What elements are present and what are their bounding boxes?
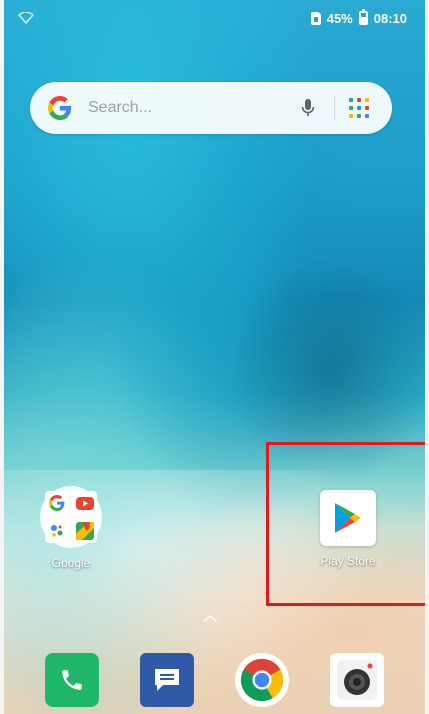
google-folder[interactable]: Google <box>26 486 116 570</box>
play-store-label: Play Store <box>320 554 376 568</box>
maps-mini-icon <box>73 519 97 543</box>
youtube-mini-icon <box>73 491 97 515</box>
mic-icon[interactable] <box>297 94 320 122</box>
chrome-icon[interactable] <box>235 653 290 707</box>
search-divider <box>333 96 335 120</box>
status-bar: 45% 08:10 <box>4 0 425 36</box>
google-folder-label: Google <box>51 556 91 570</box>
phone-icon[interactable] <box>44 653 99 707</box>
phone-screen: 45% 08:10 Search... Google Play Store <box>0 0 429 714</box>
dock <box>4 650 425 710</box>
assistant-mini-icon <box>45 519 69 543</box>
battery-percentage: 45% <box>326 10 353 26</box>
battery-icon <box>358 9 368 25</box>
google-search-bar[interactable] <box>30 82 392 134</box>
google-folder-icon[interactable] <box>40 486 102 548</box>
clock: 08:10 <box>373 10 407 26</box>
wifi-icon <box>18 12 34 24</box>
sim-icon <box>310 11 321 25</box>
play-store-icon[interactable] <box>320 490 376 546</box>
google-mini-icon <box>45 491 69 515</box>
camera-icon[interactable] <box>330 653 385 707</box>
search-input[interactable] <box>86 98 297 118</box>
apps-grid-icon[interactable] <box>349 95 370 121</box>
play-store-app[interactable]: Play Store <box>303 490 393 568</box>
messages-icon[interactable] <box>139 653 194 707</box>
google-g-icon[interactable] <box>48 95 72 121</box>
app-drawer-arrow-icon[interactable] <box>201 612 219 624</box>
